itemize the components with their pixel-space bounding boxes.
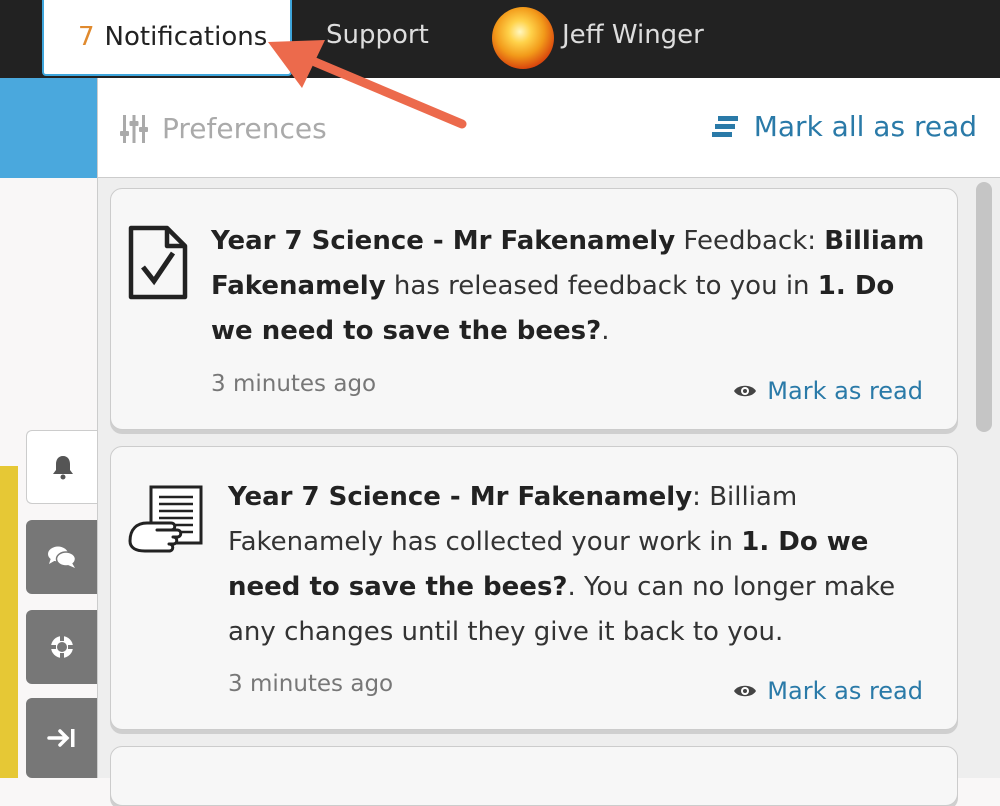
notifications-count: 7 bbox=[78, 22, 95, 52]
support-link[interactable]: Support bbox=[326, 20, 429, 50]
mark-all-as-read-label: Mark all as read bbox=[753, 110, 977, 143]
notifications-tab[interactable]: 7 Notifications bbox=[42, 0, 292, 76]
document-check-icon bbox=[127, 225, 189, 305]
arrow-right-to-bar-icon bbox=[47, 729, 75, 747]
notification-time: 3 minutes ago bbox=[228, 671, 394, 697]
side-tab-notifications[interactable] bbox=[26, 430, 98, 504]
notifications-panel: Preferences Mark all as read Year 7 Scie… bbox=[97, 78, 1000, 806]
eye-icon bbox=[734, 385, 757, 397]
preferences-button[interactable]: Preferences bbox=[120, 112, 327, 145]
hand-document-icon bbox=[127, 483, 207, 563]
stacked-lines-icon bbox=[711, 115, 738, 137]
course-name: Year 7 Science - Mr Fakenamely bbox=[211, 226, 676, 256]
notification-card[interactable]: Year 7 Science - Mr Fakenamely Feedback:… bbox=[110, 188, 958, 430]
message-text: has released feedback to you in bbox=[385, 271, 818, 301]
side-tab-messages[interactable] bbox=[26, 520, 98, 594]
notification-message: Year 7 Science - Mr Fakenamely: Billiam … bbox=[228, 475, 928, 655]
notification-message: Year 7 Science - Mr Fakenamely Feedback:… bbox=[211, 219, 931, 354]
top-navigation-bar: 7 Notifications Support Jeff Winger bbox=[0, 0, 1000, 78]
mark-as-read-button[interactable]: Mark as read bbox=[733, 677, 923, 705]
notification-time: 3 minutes ago bbox=[211, 371, 377, 397]
message-text: . bbox=[601, 316, 610, 346]
background-blue-block bbox=[0, 78, 98, 178]
background-yellow-block bbox=[0, 466, 18, 778]
preferences-label: Preferences bbox=[162, 112, 327, 145]
mark-as-read-label: Mark as read bbox=[767, 377, 923, 405]
bell-icon bbox=[52, 456, 73, 480]
notification-card[interactable] bbox=[110, 746, 958, 806]
side-tab-collapse[interactable] bbox=[26, 698, 98, 778]
chat-bubbles-icon bbox=[48, 546, 77, 568]
mark-as-read-button[interactable]: Mark as read bbox=[733, 377, 923, 405]
avatar[interactable] bbox=[492, 7, 554, 69]
mark-as-read-label: Mark as read bbox=[767, 677, 923, 705]
message-text: Feedback: bbox=[675, 226, 825, 256]
eye-icon bbox=[734, 685, 757, 697]
side-tab-help[interactable] bbox=[26, 610, 98, 684]
course-name: Year 7 Science - Mr Fakenamely bbox=[228, 482, 693, 512]
sliders-icon bbox=[120, 114, 148, 143]
mark-all-as-read-button[interactable]: Mark all as read bbox=[711, 110, 977, 143]
lifebuoy-icon bbox=[50, 635, 74, 659]
notifications-tab-label: Notifications bbox=[104, 22, 268, 52]
user-name-link[interactable]: Jeff Winger bbox=[562, 20, 704, 50]
panel-header: Preferences Mark all as read bbox=[98, 78, 1000, 178]
scrollbar-thumb[interactable] bbox=[976, 182, 992, 432]
notification-card[interactable]: Year 7 Science - Mr Fakenamely: Billiam … bbox=[110, 446, 958, 730]
